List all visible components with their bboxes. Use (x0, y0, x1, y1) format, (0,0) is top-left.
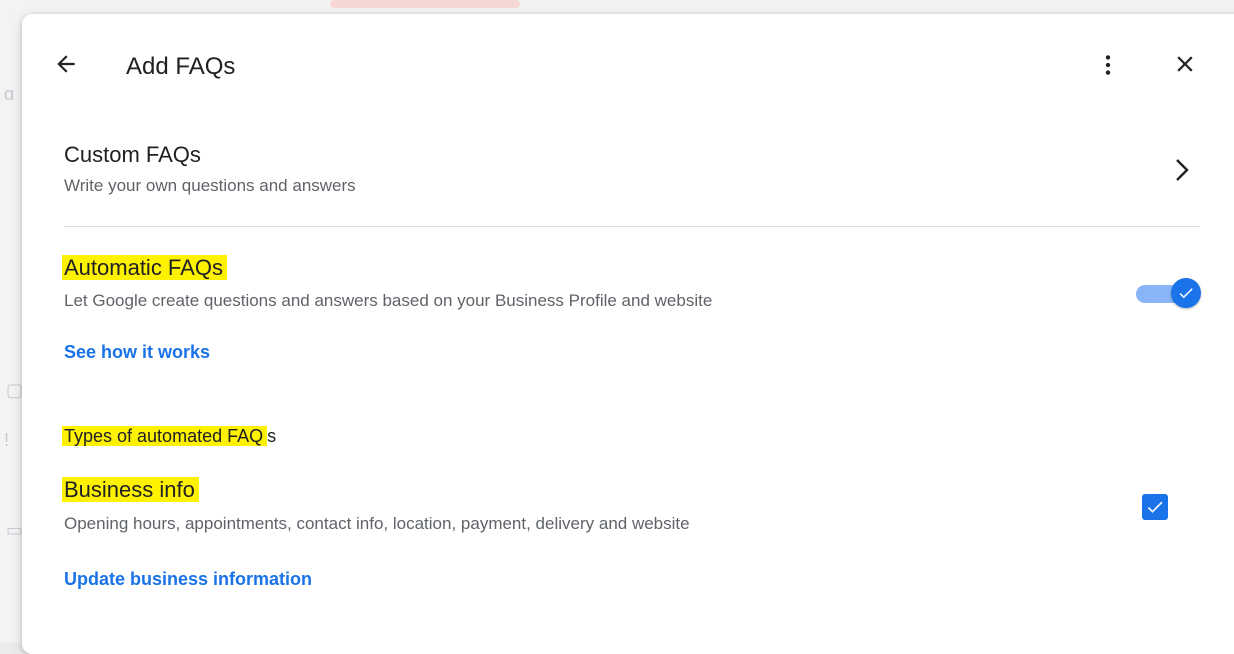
more-vert-icon[interactable] (1095, 52, 1121, 78)
add-faqs-dialog: Add FAQs Custom FAQs Write your own ques… (22, 14, 1234, 654)
custom-faqs-title: Custom FAQs (64, 142, 201, 167)
business-info-subtitle: Opening hours, appointments, contact inf… (64, 514, 690, 533)
chevron-right-icon[interactable] (1170, 156, 1194, 184)
close-icon[interactable] (1172, 51, 1198, 77)
custom-faqs-subtitle: Write your own questions and answers (64, 176, 356, 195)
automatic-faqs-toggle[interactable] (1136, 276, 1201, 310)
update-business-information-link[interactable]: Update business information (64, 569, 312, 590)
arrow-left-icon[interactable] (53, 51, 79, 77)
business-info-checkbox[interactable] (1142, 494, 1168, 520)
see-how-it-works-link[interactable]: See how it works (64, 342, 210, 363)
types-of-automated-faqs-heading: Types of automated FAQ s (62, 426, 277, 446)
automatic-faqs-subtitle: Let Google create questions and answers … (64, 291, 713, 310)
background-decoration (330, 0, 520, 8)
dialog-title: Add FAQs (126, 53, 236, 80)
toggle-thumb (1171, 278, 1201, 308)
business-info-title: Business info (62, 477, 199, 503)
background-icon: ɑ (4, 84, 15, 104)
divider (64, 226, 1200, 227)
automatic-faqs-title: Automatic FAQs (62, 255, 227, 281)
background-icon: ! (4, 430, 10, 450)
background-icon: ▢ (6, 380, 24, 400)
background-icon: ▭ (6, 520, 24, 540)
